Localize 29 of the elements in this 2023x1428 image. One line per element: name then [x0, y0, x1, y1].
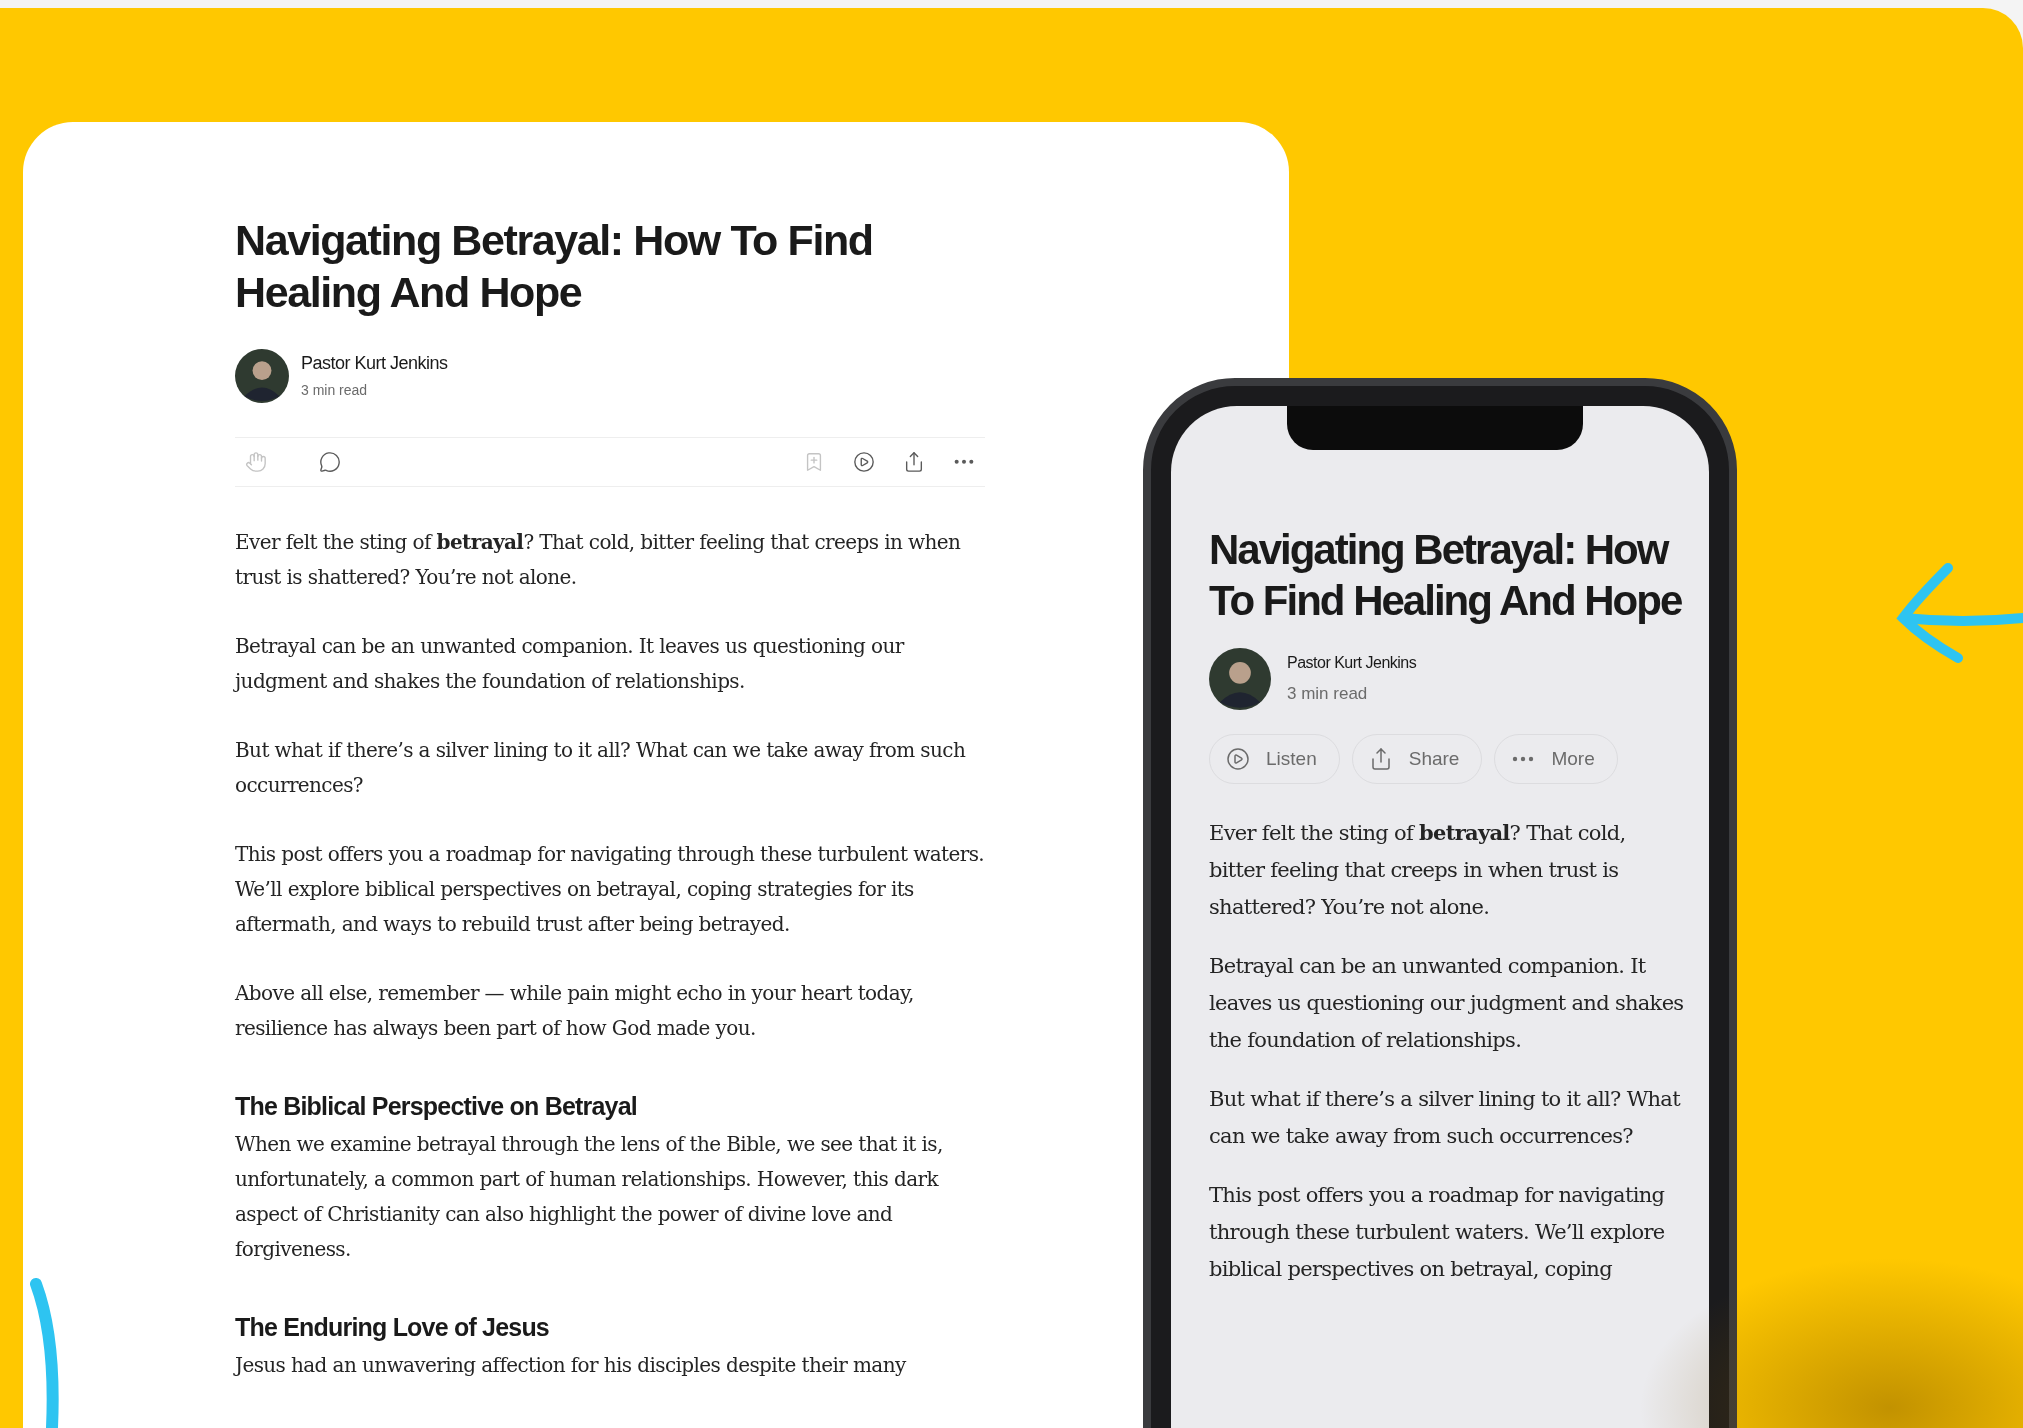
author-name[interactable]: Pastor Kurt Jenkins — [1287, 654, 1417, 673]
paragraph: When we examine betrayal through the lens of the Bible, we see that it is, unfortunately, a common part of human relationships. However, this dark aspect of Christianity can also highlight the power of divine love and forgiveness. — [235, 1130, 944, 1263]
more-icon[interactable] — [953, 459, 975, 465]
author-name[interactable]: Pastor Kurt Jenkins — [301, 353, 448, 375]
more-icon — [1511, 756, 1536, 763]
paragraph: Betrayal can be an unwanted companion. It leaves us questioning our judgment and shakes the foundation of relationships. — [235, 632, 906, 695]
paragraph: But what if there’s a silver lining to it all? What can we take away from such occurrences? — [1209, 1086, 1682, 1151]
play-icon — [1226, 747, 1250, 772]
share-icon[interactable] — [903, 450, 925, 473]
paragraph: This post offers you a roadmap for navigating through these turbulent waters. We’ll explore biblical perspectives on betrayal, coping — [1209, 1182, 1666, 1284]
more-button[interactable]: More — [1494, 734, 1618, 785]
avatar — [235, 348, 289, 403]
paragraph: Ever felt the sting of betrayal? That cold, bitter feeling that creeps in when trust is shattered? You’re not alone. — [235, 528, 962, 591]
read-time: 3 min read — [1287, 684, 1369, 705]
comment-icon[interactable] — [319, 450, 341, 473]
section-heading: The Biblical Perspective on Betrayal — [235, 1091, 638, 1121]
read-time: 3 min read — [301, 382, 369, 399]
paragraph: This post offers you a roadmap for navigating through these turbulent waters. We’ll explore biblical perspectives on betrayal, coping strategies for its aftermath, and ways to rebuild trust after being betrayed. — [235, 840, 985, 938]
paragraph: Betrayal can be an unwanted companion. It leaves us questioning our judgment and shakes the foundation of relationships. — [1209, 953, 1685, 1055]
avatar — [1209, 648, 1271, 711]
article-title: Navigating Betrayal: How To Find Healing And Hope — [1209, 525, 1683, 627]
paragraph: Ever felt the sting of betrayal? That cold, bitter feeling that creeps in when trust is shattered? You’re not alone. — [1209, 819, 1627, 922]
paragraph: Jesus had an unwavering affection for his disciples despite their many — [235, 1351, 908, 1379]
play-icon[interactable] — [853, 450, 875, 473]
paragraph: But what if there’s a silver lining to it all? What can we take away from such occurrences? — [235, 736, 967, 799]
listen-button[interactable]: Listen — [1209, 734, 1340, 785]
section-heading: The Enduring Love of Jesus — [235, 1312, 550, 1342]
article-title: Navigating Betrayal: How To Find Healing And Hope — [235, 215, 874, 319]
paragraph: Above all else, remember — while pain might echo in your heart today, resilience has always been part of how God made you. — [235, 979, 915, 1042]
